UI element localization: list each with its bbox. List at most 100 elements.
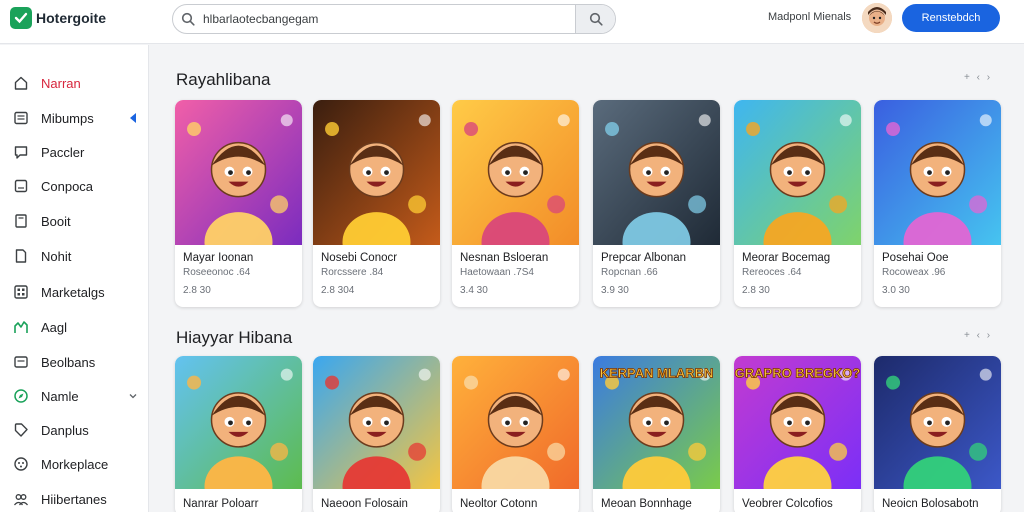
sidebar-item-hiibertanes[interactable]: Hiibertanes	[0, 484, 149, 512]
card-subtitle: Haetowaan .7S4	[460, 267, 534, 278]
card-thumbnail	[452, 356, 579, 489]
compass-icon	[14, 389, 28, 403]
search-button[interactable]	[575, 5, 615, 33]
sidebar-item-booit[interactable]: Booit	[0, 206, 149, 236]
card-meta: 3.9 30	[601, 285, 629, 296]
app-card[interactable]: Posehai Ooe Rocoweax .96 3.0 30	[874, 100, 1001, 307]
card-thumbnail	[734, 100, 861, 245]
app-card[interactable]: Nanrar Poloarr	[175, 356, 302, 512]
app-card[interactable]: Nesnan Bsloeran Haetowaan .7S4 3.4 30	[452, 100, 579, 307]
card-thumbnail-art	[175, 356, 302, 489]
section-title: Rayahlibana	[176, 70, 271, 89]
sidebar-item-beolbans[interactable]: Beolbans	[0, 347, 149, 377]
card-thumbnail-art	[452, 356, 579, 489]
chat-icon	[14, 146, 28, 159]
sidebar-item-marketalgs[interactable]: Marketalgs	[0, 277, 149, 307]
card-thumbnail	[313, 356, 440, 489]
gamepad-icon	[14, 457, 28, 471]
caret-left-icon	[130, 113, 136, 123]
document-icon	[15, 249, 27, 263]
card-thumbnail-art	[734, 100, 861, 245]
card-thumbnail-art	[175, 100, 302, 245]
people-icon	[13, 494, 29, 506]
sidebar-item-danplus[interactable]: Danplus	[0, 415, 149, 445]
card-thumbnail-art	[313, 100, 440, 245]
card-subtitle: Roseeonoc .64	[183, 267, 251, 278]
sidebar-item-label: Mibumps	[41, 111, 94, 126]
apps-icon	[14, 111, 28, 125]
header-primary-button[interactable]: Renstebdch	[902, 4, 1000, 32]
card-thumbnail: KERPAN MLARBN	[593, 356, 720, 489]
sidebar-item-nohit[interactable]: Nohit	[0, 241, 149, 271]
sidebar-item-narran[interactable]: Narran	[0, 68, 149, 98]
sidebar-item-conpoca[interactable]: Conpoca	[0, 171, 149, 201]
sidebar-item-mibumps[interactable]: Mibumps	[0, 103, 149, 133]
app-card[interactable]: Prepcar Albonan Ropcnan .66 3.9 30	[593, 100, 720, 307]
app-card[interactable]: GRAPRO BREGKO? Veobrer Colcofios	[734, 356, 861, 512]
card-title: Nanrar Poloarr	[183, 498, 259, 510]
card-title: Neoicn Bolosabotn	[882, 498, 979, 510]
card-title: Meorar Bocemag	[742, 252, 831, 264]
sidebar-item-label: Aagl	[41, 320, 68, 335]
card-thumbnail-art	[874, 356, 1001, 489]
home-icon	[14, 76, 28, 90]
card-thumbnail-art: KERPAN MLARBN	[593, 356, 720, 489]
sidebar-item-paccler[interactable]: Paccler	[0, 137, 149, 167]
app-card[interactable]: Nosebi Conocr Rorcssere .84 2.8 304	[313, 100, 440, 307]
card-thumbnail-art	[593, 100, 720, 245]
card-thumbnail	[175, 356, 302, 489]
card-title: Neoltor Cotonn	[460, 498, 538, 510]
card-title: Meoan Bonnhage	[601, 498, 692, 510]
sidebar-item-morkeplace[interactable]: Morkeplace	[0, 449, 149, 479]
sidebar-item-aagl[interactable]: Aagl	[0, 312, 149, 342]
sidebar-item-namle[interactable]: Namle	[0, 381, 149, 411]
search-bar	[172, 4, 616, 34]
card-title: Nosebi Conocr	[321, 252, 398, 264]
card-meta: 3.4 30	[460, 285, 488, 296]
card-title: Nesnan Bsloeran	[460, 252, 549, 264]
sidebar-item-label: Marketalgs	[41, 285, 105, 300]
app-card[interactable]: Neoltor Cotonn	[452, 356, 579, 512]
tag-icon	[14, 423, 28, 437]
folder-icon	[14, 179, 28, 193]
card-thumbnail	[175, 100, 302, 245]
card-thumbnail-art	[452, 100, 579, 245]
app-card[interactable]: Naeoon Folosain	[313, 356, 440, 512]
card-title: Naeoon Folosain	[321, 498, 408, 510]
search-icon	[181, 12, 195, 26]
card-meta: 2.8 30	[183, 285, 211, 296]
logo-icon	[10, 7, 32, 29]
sidebar-item-label: Booit	[41, 214, 71, 229]
top-bar: Hotergoite Madponl Mienals Renstebdch	[0, 0, 1024, 44]
user-name[interactable]: Madponl Mienals	[768, 11, 851, 23]
sidebar-item-label: Beolbans	[41, 355, 96, 370]
card-thumbnail-art	[313, 356, 440, 489]
avatar[interactable]	[862, 3, 892, 33]
chevron-down-icon	[129, 394, 137, 399]
app-card[interactable]: Mayar Ioonan Roseeonoc .64 2.8 30	[175, 100, 302, 307]
card-subtitle: Rereoces .64	[742, 267, 802, 278]
chart-icon	[14, 321, 28, 333]
sidebar-item-label: Nohit	[41, 249, 72, 264]
section-title: Hiayyar Hibana	[176, 328, 293, 347]
app-card[interactable]: Meorar Bocemag Rereoces .64 2.8 30	[734, 100, 861, 307]
section-scroll-controls[interactable]: + ‹ ›	[964, 330, 992, 341]
svg-text:KERPAN MLARBN: KERPAN MLARBN	[600, 365, 714, 380]
app-card[interactable]: Neoicn Bolosabotn	[874, 356, 1001, 512]
card-thumbnail-art: GRAPRO BREGKO?	[734, 356, 861, 489]
card-thumbnail	[874, 356, 1001, 489]
card-thumbnail-art	[874, 100, 1001, 245]
app-logo[interactable]: Hotergoite	[10, 7, 106, 29]
card-title: Veobrer Colcofios	[742, 498, 833, 510]
search-input[interactable]	[203, 9, 573, 29]
section-scroll-controls[interactable]: + ‹ ›	[964, 72, 992, 83]
search-button-icon	[589, 12, 603, 26]
sidebar-item-label: Morkeplace	[41, 457, 109, 472]
sidebar-item-label: Namle	[41, 389, 79, 404]
card-title: Mayar Ioonan	[183, 252, 254, 264]
sidebar: Narran Mibumps Paccler Conpoca Booit Noh…	[0, 45, 149, 512]
card-title: Posehai Ooe	[882, 252, 949, 264]
sidebar-item-label: Danplus	[41, 423, 89, 438]
app-card[interactable]: KERPAN MLARBN Meoan Bonnhage	[593, 356, 720, 512]
card-thumbnail	[452, 100, 579, 245]
